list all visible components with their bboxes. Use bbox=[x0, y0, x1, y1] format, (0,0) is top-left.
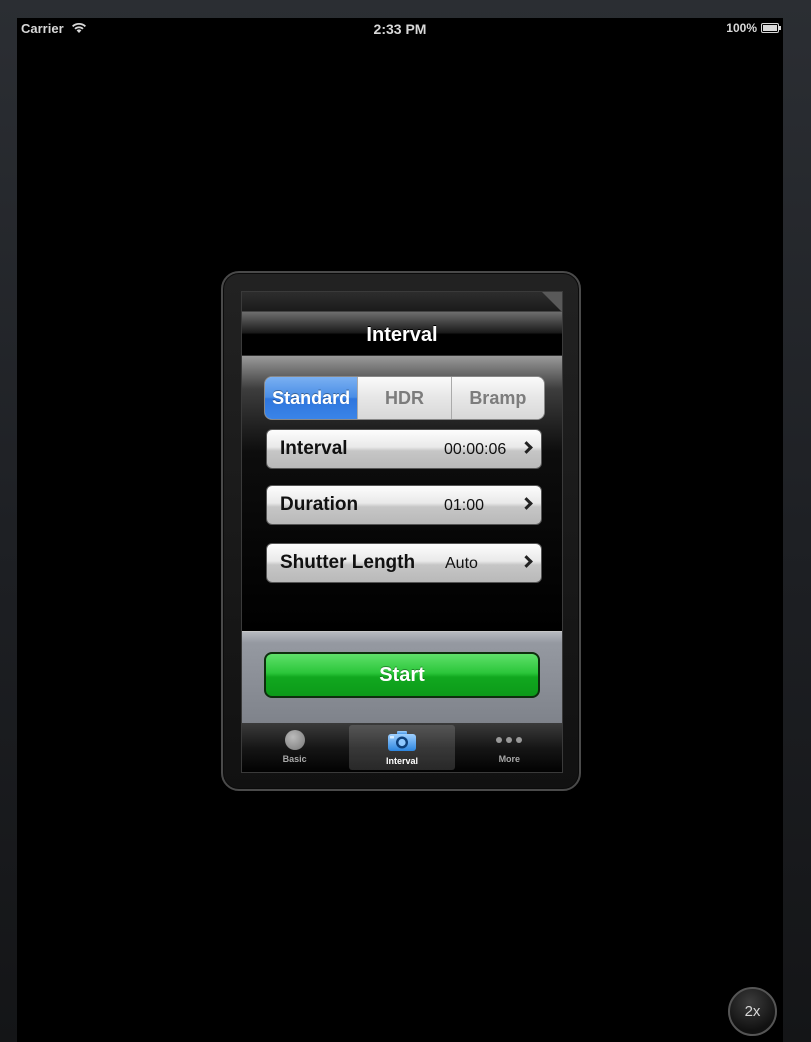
action-bar: Start bbox=[242, 631, 562, 723]
status-bar: Carrier 2:33 PM 100% bbox=[17, 18, 783, 38]
segment-standard[interactable]: Standard bbox=[265, 377, 358, 419]
start-button[interactable]: Start bbox=[264, 652, 540, 698]
phone-status-bar bbox=[242, 292, 562, 312]
row-label: Duration bbox=[280, 494, 359, 515]
row-value: 01:00 bbox=[444, 497, 485, 514]
tab-label: More bbox=[498, 754, 521, 764]
tab-more[interactable]: More bbox=[457, 723, 562, 772]
tab-bar: Basic Interval More bbox=[242, 723, 562, 772]
battery-icon bbox=[761, 23, 781, 33]
page-curl-corner[interactable] bbox=[542, 292, 562, 312]
battery-percent: 100% bbox=[726, 21, 757, 35]
segment-bramp[interactable]: Bramp bbox=[450, 377, 544, 419]
phone-screen: Interval Standard HDR Bramp Interval 00:… bbox=[241, 291, 563, 773]
zoom-2x-button[interactable]: 2x bbox=[728, 987, 777, 1036]
nav-title: Interval bbox=[366, 324, 438, 346]
tab-interval[interactable]: Interval bbox=[349, 725, 455, 770]
segment-hdr[interactable]: HDR bbox=[357, 377, 451, 419]
status-time: 2:33 PM bbox=[373, 21, 427, 37]
row-label: Shutter Length bbox=[280, 552, 416, 573]
shutter-length-row[interactable]: Shutter Length Auto bbox=[266, 543, 542, 583]
more-dots-icon bbox=[496, 730, 523, 750]
camera-icon bbox=[387, 731, 416, 751]
navigation-bar: Interval bbox=[242, 312, 562, 356]
row-label: Interval bbox=[280, 438, 348, 459]
mode-segmented-control[interactable]: Standard HDR Bramp bbox=[264, 376, 545, 420]
chevron-right-icon bbox=[520, 555, 533, 568]
row-value: Auto bbox=[445, 555, 478, 572]
duration-row[interactable]: Duration 01:00 bbox=[266, 485, 542, 525]
row-value: 00:00:06 bbox=[444, 441, 507, 458]
settings-content: Standard HDR Bramp Interval 00:00:06 Dur… bbox=[242, 356, 562, 631]
tab-label: Basic bbox=[282, 754, 307, 764]
chevron-right-icon bbox=[520, 497, 533, 510]
tab-label: Interval bbox=[385, 756, 418, 766]
interval-row[interactable]: Interval 00:00:06 bbox=[266, 429, 542, 469]
chevron-right-icon bbox=[520, 441, 533, 454]
circle-icon bbox=[284, 730, 305, 750]
phone-frame: Interval Standard HDR Bramp Interval 00:… bbox=[221, 271, 581, 791]
tab-basic[interactable]: Basic bbox=[242, 723, 347, 772]
